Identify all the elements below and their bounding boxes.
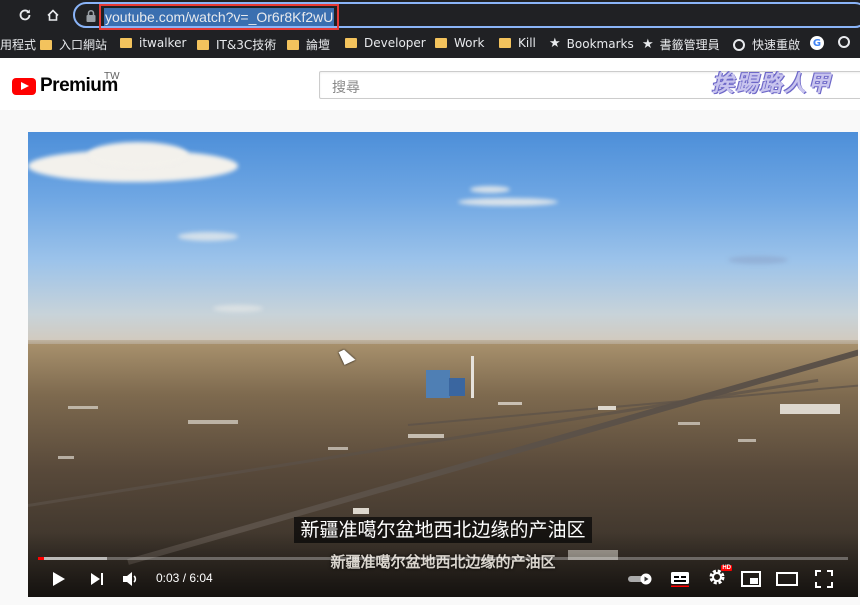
folder-icon xyxy=(40,39,52,50)
cloud xyxy=(213,305,263,312)
folder-icon xyxy=(345,38,357,48)
building xyxy=(188,420,238,424)
cloud xyxy=(458,198,558,206)
watermark: 挨踢路人甲 xyxy=(712,71,833,97)
progress-loaded xyxy=(38,557,107,560)
bookmark-developer[interactable]: Developer xyxy=(345,36,426,50)
building xyxy=(68,406,98,409)
bookmark-apps[interactable]: 用程式 xyxy=(0,36,36,53)
bookmarks-bar: 用程式 入口網站 itwalker IT&3C技術 論壇 Developer W… xyxy=(0,30,860,58)
theater-icon xyxy=(776,572,798,586)
lock-icon xyxy=(86,9,96,22)
next-button[interactable] xyxy=(88,568,106,590)
next-icon xyxy=(91,573,103,585)
hd-badge: HD xyxy=(721,564,732,571)
subtitles-button[interactable] xyxy=(669,568,691,590)
volume-icon xyxy=(123,572,137,586)
folder-icon xyxy=(120,38,132,48)
autoplay-toggle-icon xyxy=(628,573,652,585)
building xyxy=(58,456,74,459)
globe-icon xyxy=(838,36,850,48)
current-time: 0:03 xyxy=(156,571,180,585)
folder-icon xyxy=(435,38,447,48)
subtitles-icon xyxy=(671,572,689,587)
bookmark-quick-restart[interactable]: 快速重啟 xyxy=(733,36,800,53)
video-player[interactable]: 新疆准噶尔盆地西北边缘的产油区 新疆准噶尔盆地西北边缘的产油区 0:03 / 6… xyxy=(28,132,858,597)
miniplayer-icon xyxy=(741,571,761,587)
building xyxy=(598,406,616,410)
settings-icon-wrap: HD xyxy=(708,564,732,591)
folder-icon xyxy=(197,39,209,50)
reload-icon[interactable] xyxy=(15,5,35,25)
video-sky xyxy=(28,132,858,347)
miniplayer-button[interactable] xyxy=(740,568,762,590)
bookmark-it3c[interactable]: IT&3C技術 xyxy=(197,36,276,53)
bookmark-portal[interactable]: 入口網站 xyxy=(40,36,107,53)
building xyxy=(498,402,522,405)
folder-icon xyxy=(287,39,299,50)
progress-played xyxy=(38,557,45,560)
autoplay-toggle[interactable] xyxy=(626,568,654,590)
bookmark-work[interactable]: Work xyxy=(435,36,484,50)
volume-button[interactable] xyxy=(121,568,141,590)
fullscreen-button[interactable] xyxy=(813,568,835,590)
building xyxy=(328,447,348,450)
play-icon xyxy=(53,572,65,586)
bookmark-forum[interactable]: 論壇 xyxy=(287,36,330,53)
building xyxy=(738,439,756,442)
cloud xyxy=(728,256,788,264)
burned-caption: 新疆准噶尔盆地西北边缘的产油区 xyxy=(330,553,556,571)
search-placeholder: 搜尋 xyxy=(332,80,360,96)
cloud xyxy=(470,186,510,193)
region-label: TW xyxy=(104,71,120,82)
star-icon: ★ xyxy=(642,37,654,52)
star-icon: ★ xyxy=(549,36,561,51)
folder-icon xyxy=(499,38,511,48)
power-plant xyxy=(449,378,465,396)
youtube-header: Premium TW 搜尋 挨踢路人甲 xyxy=(0,58,860,110)
theater-mode-button[interactable] xyxy=(776,568,798,590)
google-icon: G xyxy=(810,36,824,50)
time-display: 0:03 / 6:04 xyxy=(156,571,213,585)
building xyxy=(780,404,840,414)
bookmark-globe[interactable] xyxy=(838,36,857,48)
cloud xyxy=(88,142,188,167)
building xyxy=(353,508,369,514)
chimney xyxy=(471,356,474,398)
bookmark-google[interactable]: G xyxy=(810,36,830,50)
youtube-logo-icon[interactable] xyxy=(12,78,36,95)
url-highlight: youtube.com/watch?v=_Or6r8Kf2wU xyxy=(99,4,340,30)
subtitle: 新疆准噶尔盆地西北边缘的产油区 xyxy=(28,515,858,543)
bookmark-kill[interactable]: Kill xyxy=(499,36,536,50)
address-bar[interactable]: youtube.com/watch?v=_Or6r8Kf2wU xyxy=(73,2,860,30)
duration: 6:04 xyxy=(189,571,213,585)
progress-bar[interactable] xyxy=(38,557,848,560)
power-plant xyxy=(426,370,450,398)
building xyxy=(408,434,444,438)
bookmark-bookmarks[interactable]: ★ Bookmarks xyxy=(549,36,634,51)
bookmark-manager[interactable]: ★ 書籤管理員 xyxy=(642,36,720,53)
time-separator: / xyxy=(179,571,190,585)
play-button[interactable] xyxy=(50,568,68,590)
settings-button[interactable]: HD xyxy=(706,564,732,591)
globe-icon xyxy=(733,38,745,51)
bookmark-itwalker[interactable]: itwalker xyxy=(120,36,186,50)
subtitle-text: 新疆准噶尔盆地西北边缘的产油区 xyxy=(294,517,592,543)
browser-toolbar: youtube.com/watch?v=_Or6r8Kf2wU xyxy=(0,0,860,30)
url-text[interactable]: youtube.com/watch?v=_Or6r8Kf2wU xyxy=(104,8,335,26)
building xyxy=(678,422,700,425)
fullscreen-icon xyxy=(815,570,833,588)
home-icon[interactable] xyxy=(43,5,63,25)
cloud xyxy=(178,232,238,241)
